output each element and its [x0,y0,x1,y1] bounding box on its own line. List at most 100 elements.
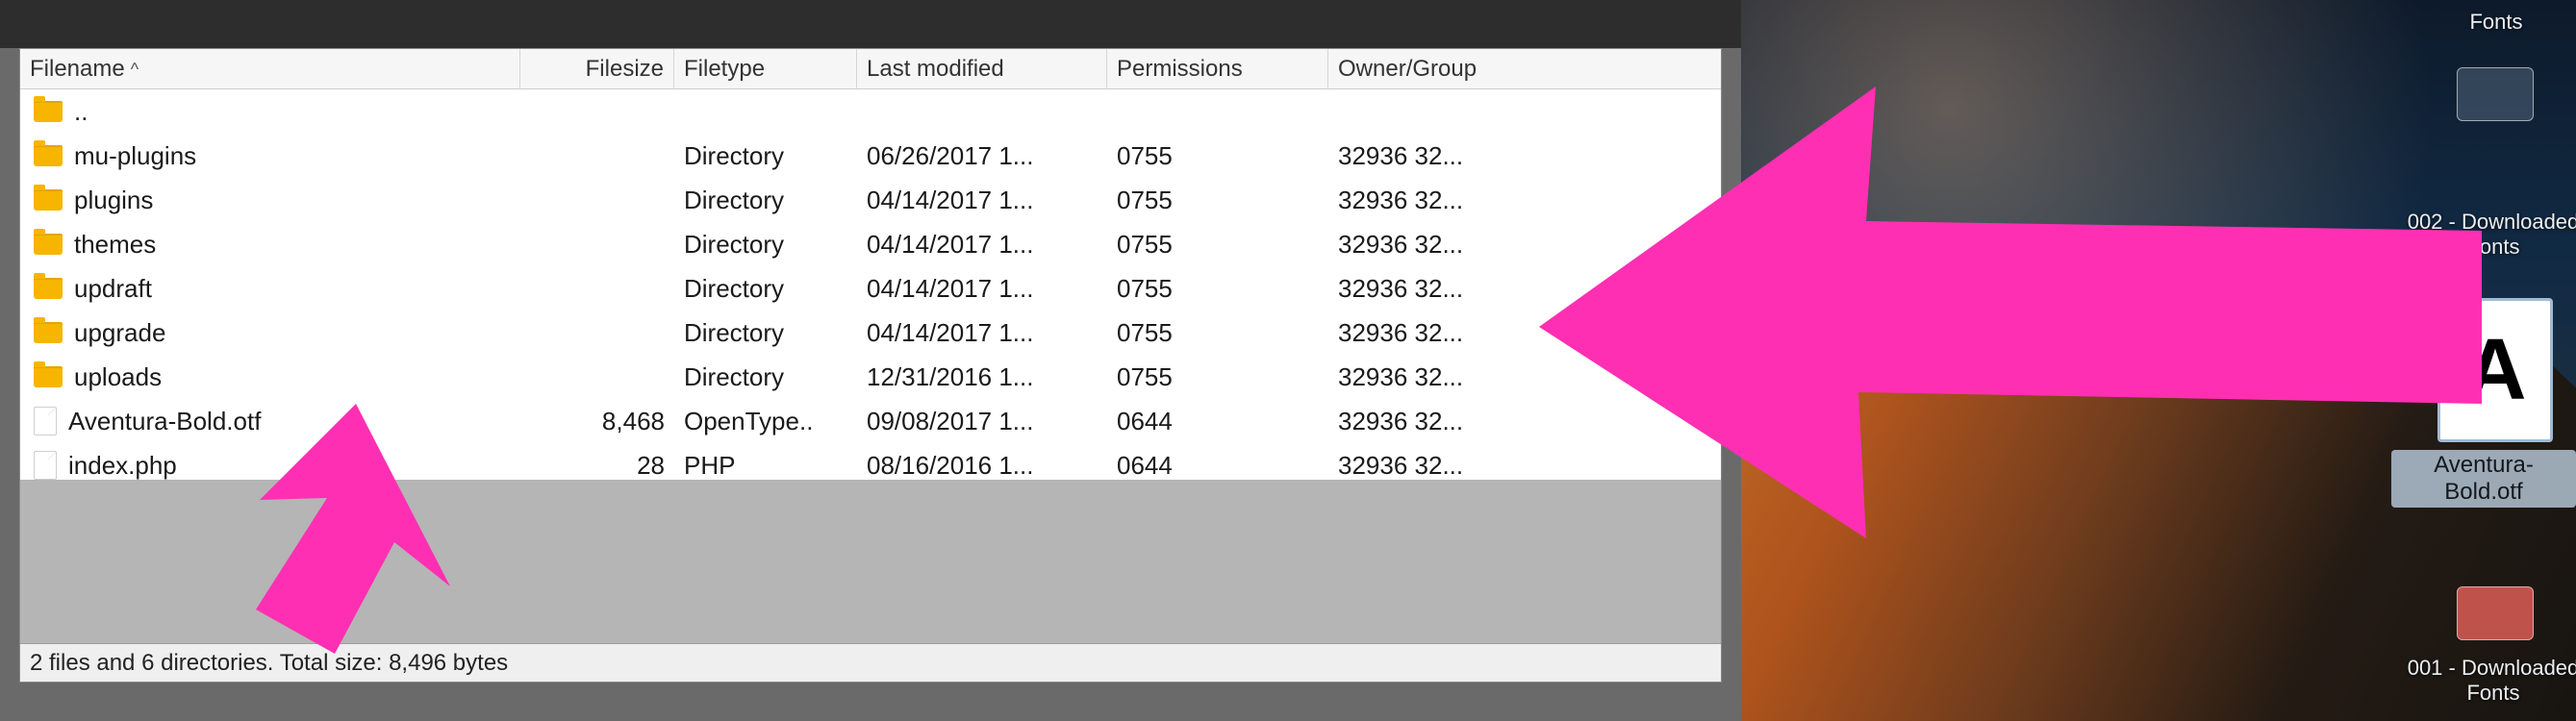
folder-icon [34,278,63,299]
file-icon [34,451,57,480]
filename-cell[interactable]: updraft [24,266,520,311]
directory-row[interactable]: updraft Directory04/14/2017 1...075532936… [20,266,1721,311]
permissions-cell: 0755 [1107,355,1328,399]
filename-cell[interactable]: .. [24,89,520,134]
modified-cell: 06/26/2017 1... [857,134,1107,178]
permissions-cell: 0755 [1107,222,1328,266]
directory-row[interactable]: .. [20,89,1721,134]
modified-cell: 09/08/2017 1... [857,399,1107,443]
file-row[interactable]: index.php 28PHP08/16/2016 1...064432936 3… [20,443,1721,480]
filename-cell[interactable]: index.php [24,443,520,480]
filename-text: themes [74,222,156,266]
filetype-cell: Directory [674,266,857,311]
modified-cell: 04/14/2017 1... [857,266,1107,311]
folder-icon [34,145,63,166]
filetype-cell: PHP [674,443,857,480]
modified-cell: 04/14/2017 1... [857,178,1107,222]
font-glyph: A [2464,321,2527,420]
filesize-cell: 8,468 [520,399,674,443]
filesize-cell [520,311,674,355]
desktop-folder-label: 001 - Downloaded Fonts [2397,656,2576,707]
filename-cell[interactable]: uploads [24,355,520,399]
directory-row[interactable]: upgrade Directory04/14/2017 1...075532936… [20,311,1721,355]
modified-cell: 12/31/2016 1... [857,355,1107,399]
column-header-modified[interactable]: Last modified [857,49,1107,88]
filesize-cell: 28 [520,443,674,480]
owner-cell [1328,89,1617,134]
permissions-cell: 0755 [1107,311,1328,355]
permissions-cell: 0755 [1107,266,1328,311]
filetype-cell: Directory [674,355,857,399]
owner-cell: 32936 32... [1328,443,1617,480]
column-header-filename[interactable]: Filename ^ [20,49,520,88]
column-header-label: Filesize [586,49,664,88]
desktop-folder-icon[interactable] [2457,67,2534,121]
filetype-cell: Directory [674,178,857,222]
permissions-cell: 0644 [1107,443,1328,480]
filename-cell[interactable]: Aventura-Bold.otf [24,399,520,443]
directory-row[interactable]: themesDirectory04/14/2017 1...075532936 … [20,222,1721,266]
column-header-label: Filename [30,49,125,88]
status-text: 2 files and 6 directories. Total size: 8… [30,650,508,676]
filename-text: upgrade [74,311,165,355]
desktop-folder-label: 002 - Downloaded Fonts [2397,210,2576,261]
directory-row[interactable]: plugins Directory04/14/2017 1...075532936… [20,178,1721,222]
filename-text: updraft [74,266,152,311]
file-listing[interactable]: ..mu-pluginsDirectory06/26/2017 1...0755… [20,89,1721,480]
filesize-cell [520,89,674,134]
column-header-label: Filetype [684,49,765,88]
ftp-file-panel: Filename ^ Filesize Filetype Last modifi… [19,48,1722,683]
filename-cell[interactable]: upgrade [24,311,520,355]
filename-cell[interactable]: mu-plugins [24,134,520,178]
permissions-cell: 0755 [1107,134,1328,178]
filetype-cell: Directory [674,134,857,178]
status-bar: 2 files and 6 directories. Total size: 8… [20,643,1721,682]
modified-cell [857,89,1107,134]
column-header-owner[interactable]: Owner/Group [1328,49,1617,88]
owner-cell: 32936 32... [1328,222,1617,266]
modified-cell: 04/14/2017 1... [857,311,1107,355]
filesize-cell [520,134,674,178]
filename-text: index.php [68,443,177,480]
permissions-cell [1107,89,1328,134]
filetype-cell [674,89,857,134]
column-header-filesize[interactable]: Filesize [520,49,674,88]
filesize-cell [520,178,674,222]
desktop-folder-label: Fonts [2434,10,2559,35]
owner-cell: 32936 32... [1328,178,1617,222]
owner-cell: 32936 32... [1328,266,1617,311]
filename-text: plugins [74,178,153,222]
owner-cell: 32936 32... [1328,311,1617,355]
column-header-permissions[interactable]: Permissions [1107,49,1328,88]
permissions-cell: 0644 [1107,399,1328,443]
filename-text: .. [74,89,88,134]
desktop-file-label-selected[interactable]: Aventura-Bold.otf [2391,450,2576,508]
filetype-cell: Directory [674,311,857,355]
column-header-label: Permissions [1117,49,1243,88]
directory-row[interactable]: mu-pluginsDirectory06/26/2017 1...075532… [20,134,1721,178]
modified-cell: 04/14/2017 1... [857,222,1107,266]
filename-cell[interactable]: themes [24,222,520,266]
folder-icon [34,101,63,122]
column-header-filetype[interactable]: Filetype [674,49,857,88]
window-titlebar-area [0,0,1741,48]
column-header-row: Filename ^ Filesize Filetype Last modifi… [20,49,1721,89]
owner-cell: 32936 32... [1328,399,1617,443]
filename-cell[interactable]: plugins [24,178,520,222]
permissions-cell: 0755 [1107,178,1328,222]
file-icon [34,407,57,435]
filetype-cell: OpenType.. [674,399,857,443]
sort-ascending-icon: ^ [131,49,139,88]
desktop-background[interactable]: Fonts 002 - Downloaded Fonts A Aventura-… [1741,0,2576,721]
column-header-label: Last modified [867,49,1004,88]
desktop-font-file-icon[interactable]: A [2437,298,2553,442]
filename-text: Aventura-Bold.otf [68,399,261,443]
directory-row[interactable]: uploadsDirectory12/31/2016 1...075532936… [20,355,1721,399]
folder-icon [34,189,63,211]
filename-text: uploads [74,355,162,399]
desktop-folder-icon[interactable] [2457,586,2534,640]
file-row[interactable]: Aventura-Bold.otf 8,468OpenType..09/08/20… [20,399,1721,443]
filesize-cell [520,222,674,266]
modified-cell: 08/16/2016 1... [857,443,1107,480]
filesize-cell [520,355,674,399]
